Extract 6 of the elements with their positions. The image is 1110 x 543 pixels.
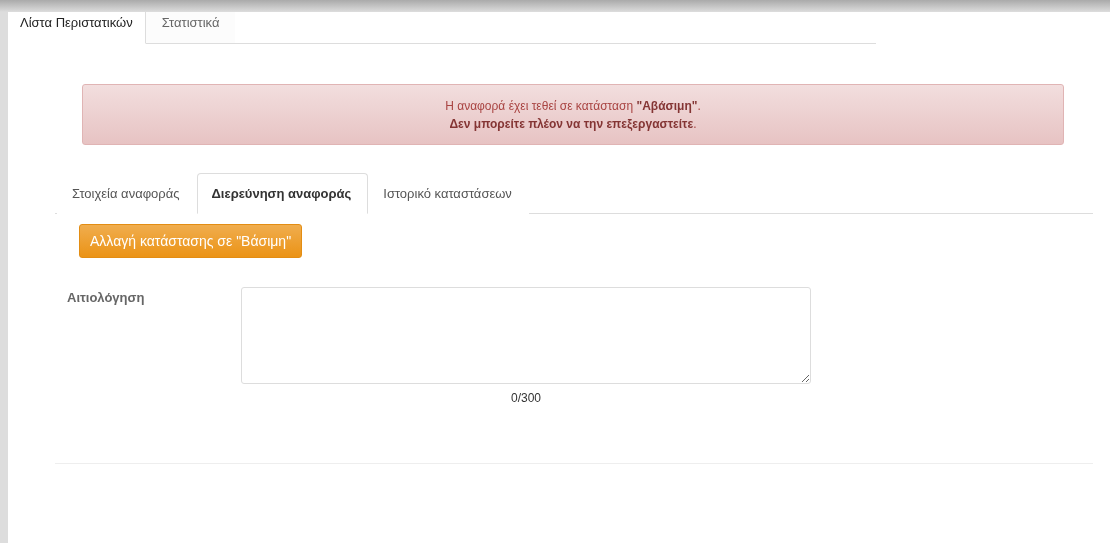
reason-label: Αιτιολόγηση — [67, 289, 146, 307]
alert-text: Δεν μπορείτε πλέον να την επεξεργαστείτε. — [449, 116, 697, 131]
reason-field[interactable] — [241, 287, 811, 384]
alert-text: Η αναφορά έχει τεθεί σε κατάσταση "Αβάσιμη". — [445, 98, 701, 113]
tab[interactable]: Διερεύνηση αναφοράς — [196, 173, 369, 214]
character-counter: 0/300 — [511, 391, 541, 405]
